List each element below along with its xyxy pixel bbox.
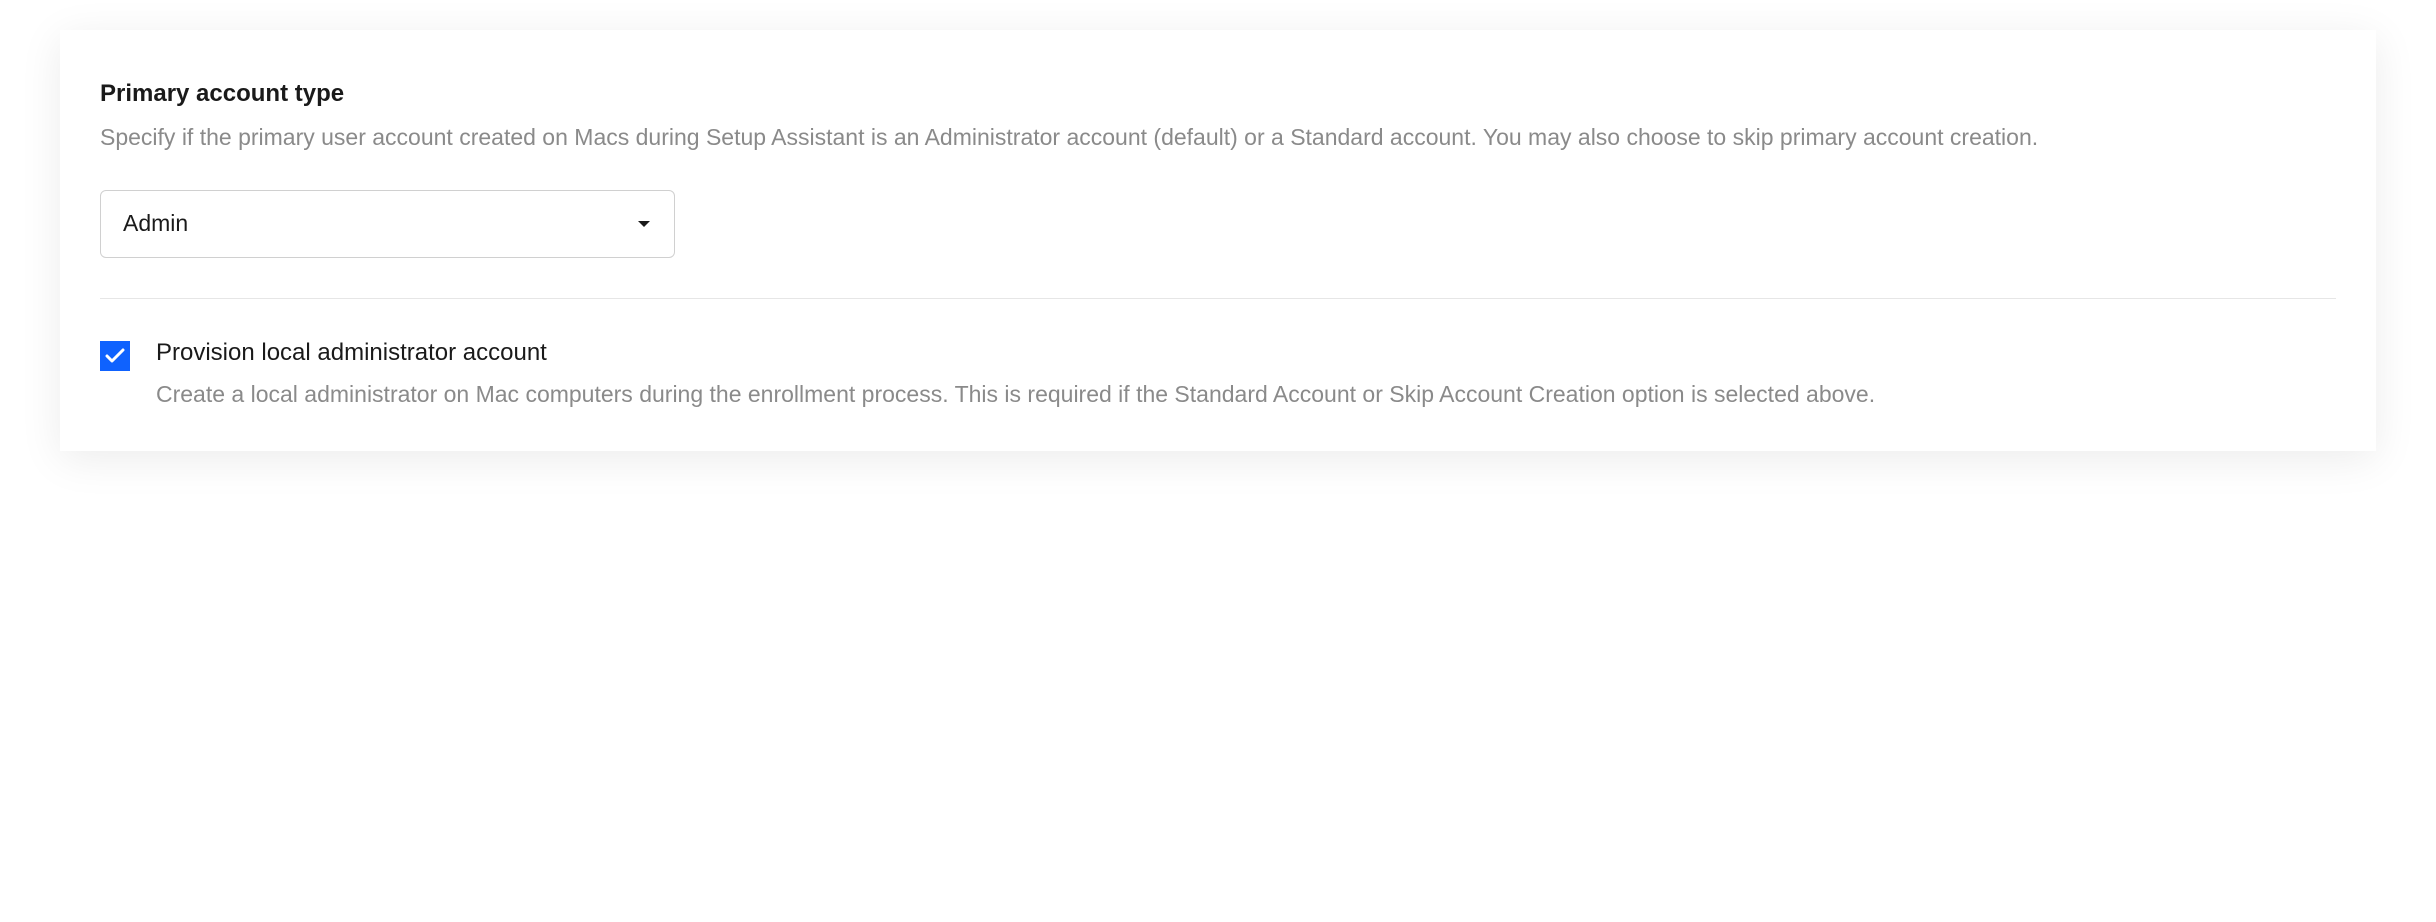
account-type-selected-value: Admin <box>123 210 188 237</box>
account-type-select[interactable]: Admin <box>100 190 675 258</box>
provision-admin-description: Create a local administrator on Mac comp… <box>156 377 2336 412</box>
provision-admin-content: Provision local administrator account Cr… <box>156 339 2336 412</box>
primary-account-description: Specify if the primary user account crea… <box>100 120 2336 155</box>
primary-account-section: Primary account type Specify if the prim… <box>100 80 2336 258</box>
settings-card: Primary account type Specify if the prim… <box>60 30 2376 451</box>
section-divider <box>100 298 2336 299</box>
provision-admin-checkbox[interactable] <box>100 341 130 371</box>
primary-account-title: Primary account type <box>100 80 2336 108</box>
account-type-select-wrapper: Admin <box>100 190 675 258</box>
checkmark-icon <box>105 348 125 364</box>
provision-admin-label[interactable]: Provision local administrator account <box>156 339 2336 367</box>
provision-admin-row: Provision local administrator account Cr… <box>100 339 2336 412</box>
